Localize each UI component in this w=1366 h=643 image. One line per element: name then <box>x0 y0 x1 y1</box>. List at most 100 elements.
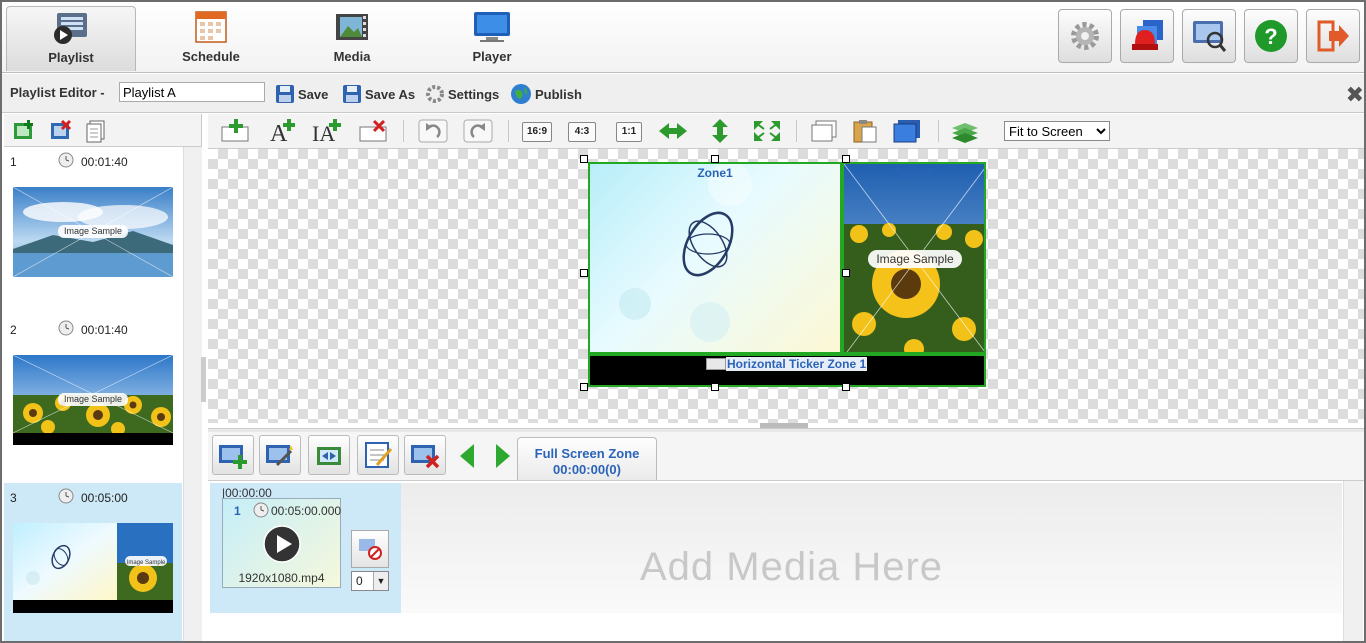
editor-bar: Playlist Editor - Save Save As Settings … <box>2 74 1364 113</box>
timeline-panel: |00:00:00 1 00:05:00.000 1920x1080.mp4 0… <box>208 480 1364 641</box>
clock-icon <box>58 152 74 168</box>
tab-label: Media <box>333 49 371 64</box>
save-as-button[interactable]: Save As <box>342 83 415 105</box>
timeline-track[interactable]: |00:00:00 1 00:05:00.000 1920x1080.mp4 0… <box>210 483 1342 613</box>
playlist-name-input[interactable] <box>119 82 265 102</box>
clock-icon <box>58 320 74 336</box>
item-number: 3 <box>10 491 17 505</box>
screen-disabled-icon <box>359 539 382 560</box>
playlist-item-2[interactable]: 2 00:01:40 Image Sample <box>4 315 182 481</box>
add-media-button[interactable] <box>212 435 254 475</box>
settings-link[interactable]: Settings <box>425 83 499 105</box>
svg-text:?: ? <box>1264 24 1277 49</box>
fullscreen-icon[interactable] <box>752 119 782 143</box>
save-button[interactable]: Save <box>275 83 328 105</box>
resize-handle[interactable] <box>842 155 850 163</box>
close-editor-button[interactable]: ✖ <box>1346 82 1364 108</box>
prev-zone-icon[interactable] <box>458 442 478 470</box>
playlist-panel: 1 00:01:40 Image Sample 2 00:01:40 Image… <box>4 114 202 641</box>
toolbar-separator <box>403 120 404 142</box>
svg-text:Image Sample: Image Sample <box>127 560 166 566</box>
toolbar-separator <box>508 120 509 142</box>
paste-icon[interactable] <box>850 119 880 143</box>
settings-button[interactable] <box>1058 9 1112 63</box>
close-icon: ✖ <box>1345 82 1364 107</box>
vertical-splitter[interactable] <box>201 357 206 402</box>
settings-label: Settings <box>448 86 500 102</box>
redo-icon[interactable] <box>463 119 493 143</box>
resize-handle[interactable] <box>842 383 850 391</box>
playlist-scrollbar[interactable] <box>183 147 202 641</box>
media-item-duration: 00:05:00.000 <box>271 504 342 518</box>
remove-media-icon <box>411 445 440 469</box>
resize-handle[interactable] <box>580 155 588 163</box>
delete-item-icon[interactable] <box>49 119 73 143</box>
properties-button[interactable] <box>357 435 399 475</box>
tab-label: Schedule <box>182 49 240 64</box>
stretch-horizontal-icon[interactable] <box>658 119 688 143</box>
timeline-selected-segment: |00:00:00 1 00:05:00.000 1920x1080.mp4 0… <box>210 483 401 613</box>
ticker-zone[interactable]: Horizontal Ticker Zone 1 <box>588 354 986 387</box>
media-count-select[interactable]: 0 ▼ <box>351 571 389 591</box>
tab-label: Player <box>472 49 512 64</box>
item-duration: 00:01:40 <box>81 323 128 337</box>
save-as-label: Save As <box>365 86 416 102</box>
zone-2[interactable]: Image Sample Zone 2 <box>842 162 986 354</box>
layers-icon[interactable] <box>950 119 980 143</box>
ratio-1-1-button[interactable]: 1:1 <box>616 122 642 142</box>
remove-media-button[interactable] <box>404 435 446 475</box>
resize-handle[interactable] <box>842 269 850 277</box>
tab-media[interactable]: Media <box>288 6 416 70</box>
add-zone-icon[interactable] <box>220 119 250 143</box>
timeline-toolbar: Full Screen Zone 00:00:00(0) <box>208 432 1364 480</box>
delete-zone-icon[interactable] <box>358 119 388 143</box>
layout-canvas[interactable]: Zone1 Image Sample Zone 2 Horizontal Tic… <box>208 149 1364 423</box>
resize-handle[interactable] <box>711 155 719 163</box>
next-zone-icon[interactable] <box>492 442 512 470</box>
tab-schedule[interactable]: Schedule <box>147 6 275 70</box>
copy-zone-icon[interactable] <box>810 119 840 143</box>
add-ticker-icon[interactable]: IA <box>312 119 342 143</box>
play-icon[interactable] <box>263 525 301 563</box>
magic-wand-icon <box>266 445 293 467</box>
alarm-button[interactable] <box>1120 9 1174 63</box>
fit-select[interactable]: Fit to Screen <box>1004 121 1110 141</box>
publish-label: Publish <box>535 86 582 102</box>
alarm-icon <box>1132 20 1163 50</box>
undo-icon[interactable] <box>418 119 448 143</box>
add-item-icon[interactable] <box>12 119 36 143</box>
add-media-placeholder: Add Media Here <box>640 545 944 589</box>
publish-button[interactable]: Publish <box>510 83 582 105</box>
ratio-16-9-button[interactable]: 16:9 <box>522 122 552 142</box>
tab-playlist[interactable]: Playlist <box>6 6 136 71</box>
ratio-4-3-button[interactable]: 4:3 <box>568 122 596 142</box>
thumb-label: Image Sample <box>63 394 123 404</box>
stretch-vertical-icon[interactable] <box>705 119 735 143</box>
screen-search-button[interactable] <box>1182 9 1236 63</box>
playlist-icon <box>54 13 87 44</box>
tab-player[interactable]: Player <box>428 6 556 70</box>
zone-1[interactable]: Zone1 <box>588 162 842 354</box>
resize-handle[interactable] <box>580 383 588 391</box>
globe-icon <box>511 84 531 104</box>
replace-media-button[interactable] <box>308 435 350 475</box>
logout-icon <box>1317 20 1349 52</box>
screen-search-icon <box>1193 21 1227 52</box>
resize-handle[interactable] <box>580 269 588 277</box>
playlist-item-3[interactable]: 3 00:05:00 Image Sample <box>4 483 182 641</box>
disable-media-button[interactable] <box>351 530 389 568</box>
help-icon: ? <box>1255 20 1287 52</box>
save-label: Save <box>298 86 329 102</box>
playlist-item-1[interactable]: 1 00:01:40 Image Sample <box>4 147 182 313</box>
resize-handle[interactable] <box>711 383 719 391</box>
edit-media-button[interactable] <box>259 435 301 475</box>
media-item-card[interactable]: 1 00:05:00.000 1920x1080.mp4 <box>222 498 341 588</box>
copy-item-icon[interactable] <box>84 119 108 143</box>
help-button[interactable]: ? <box>1244 9 1298 63</box>
screen-layout-icon[interactable] <box>892 119 922 143</box>
timeline-scrollbar[interactable] <box>1343 481 1363 641</box>
add-media-icon <box>219 445 247 469</box>
add-text-icon[interactable]: A <box>268 119 298 143</box>
zone-tab[interactable]: Full Screen Zone 00:00:00(0) <box>517 437 657 480</box>
logout-button[interactable] <box>1306 9 1360 63</box>
